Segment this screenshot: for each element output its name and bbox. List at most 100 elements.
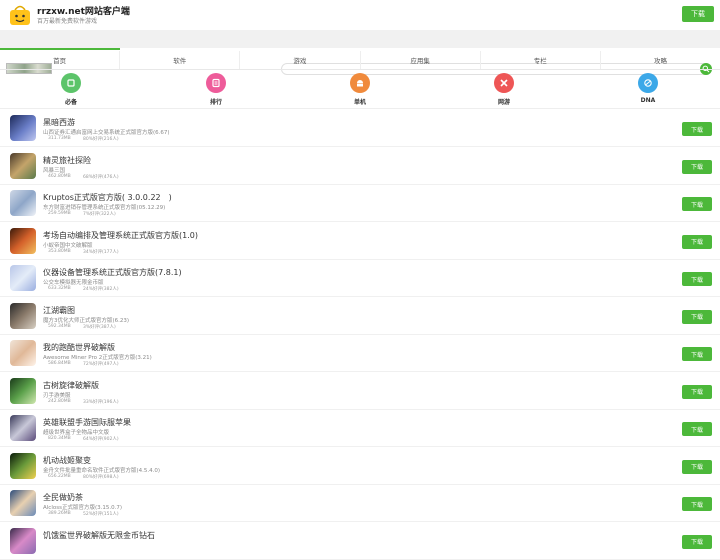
download-button[interactable]: 下载 (682, 497, 712, 511)
app-name[interactable]: Kruptos正式版官方版( 3.0.0.22 ) (43, 192, 172, 203)
download-button[interactable]: 下载 (682, 272, 712, 286)
app-logo-icon (10, 5, 30, 25)
download-button[interactable]: 下载 (682, 347, 712, 361)
app-icon[interactable] (10, 227, 36, 254)
download-button[interactable]: 下载 (682, 422, 712, 436)
download-button[interactable]: 下载 (682, 309, 712, 324)
download-button[interactable]: 下载 (682, 384, 712, 399)
category-label: 排行 (209, 99, 222, 106)
app-name[interactable]: 饥饿鲨世界破解版无限金币钻石 (43, 530, 155, 541)
tab-games[interactable]: 游戏 (240, 51, 361, 69)
app-description: 公交车模拟器无限金币版 (43, 280, 104, 286)
app-name[interactable]: 古树旋律破解版 (43, 380, 99, 391)
app-icon[interactable] (10, 302, 36, 329)
app-icon[interactable] (10, 190, 36, 216)
app-description: 小蚁帝国中文破解版 (43, 242, 93, 249)
app-size: 353.80MB (48, 248, 71, 254)
app-icon[interactable] (10, 340, 36, 366)
app-name[interactable]: 黑暗西游 (43, 117, 75, 128)
app-list-item[interactable]: Kruptos正式版官方版( 3.0.0.22 ) 东方财富进销存管理系统正式版官… (0, 185, 720, 222)
category-must-have[interactable]: 必备 (41, 73, 101, 106)
app-list-item[interactable]: 精灵旅社探险 风暴三国 462.80MB 68%好评(476人) 下载 (0, 148, 720, 185)
tab-software[interactable]: 软件 (120, 51, 241, 69)
category-label: 必备 (64, 99, 77, 106)
app-name[interactable]: 英雄联盟手游国际服苹果 (43, 417, 131, 428)
app-description: 风暴三国 (43, 167, 66, 174)
category-label: DNA (640, 97, 656, 104)
app-icon[interactable] (10, 377, 36, 404)
app-icon[interactable] (10, 115, 36, 141)
app-size: 259.59MB (48, 211, 71, 216)
app-name[interactable]: 机动战姬聚变 (43, 455, 91, 466)
download-button[interactable]: 下载 (682, 234, 712, 249)
download-button[interactable]: 下载 (682, 197, 712, 211)
android-icon (350, 73, 370, 93)
app-list-item[interactable]: 饥饿鲨世界破解版无限金币钻石 下载 (0, 523, 720, 560)
app-size: 389.26MB (48, 511, 71, 516)
app-icon[interactable] (10, 415, 36, 441)
download-button[interactable]: 下载 (682, 159, 712, 174)
app-list-item[interactable]: 英雄联盟手游国际服苹果 超级世界盒子全物品中文版 820.34MB 64%好评(902… (0, 410, 720, 447)
dna-icon (638, 73, 658, 93)
app-name[interactable]: 考场自动编排及管理系统正式版官方版(1.0) (43, 230, 198, 241)
app-rating: 68%好评(476人) (83, 174, 119, 180)
app-list-item[interactable]: 考场自动编排及管理系统正式版官方版(1.0) 小蚁帝国中文破解版 353.80MB 3… (0, 223, 720, 260)
tab-columns[interactable]: 专栏 (481, 51, 601, 69)
app-list-item[interactable]: 机动战姬聚变 金舟文件批量重命名软件正式版官方版(4.5.4.0) 656.22MB… (0, 448, 720, 485)
app-size: 656.22MB (48, 473, 71, 479)
app-rating: 72%好评(497人) (83, 362, 119, 367)
main-nav: 首页 软件 游戏 应用集 专栏 攻略 (0, 51, 720, 70)
tab-home[interactable]: 首页 (0, 51, 121, 69)
app-size: 586.84MB (48, 361, 71, 366)
app-size: 820.34MB (48, 436, 71, 441)
app-list-item[interactable]: 我的跑酷世界破解版 Awesome Miner Pro 2正式版官方版(3.21)… (0, 335, 720, 372)
category-shortcuts: 必备 排行 单机 网游 DNA (0, 71, 720, 109)
app-name[interactable]: 全民做奶茶 (43, 492, 83, 503)
top-bar: rrzxw.net网站客户端 百万最新免费软件游戏 下载 (0, 0, 720, 30)
must-have-icon (61, 73, 81, 93)
app-rating: 52%好评(151人) (83, 512, 119, 517)
tab-app-collections[interactable]: 应用集 (361, 51, 481, 69)
app-name[interactable]: 我的跑酷世界破解版 (43, 342, 115, 353)
category-ranking[interactable]: 排行 (186, 73, 246, 106)
app-size: 242.80MB (48, 398, 71, 404)
site-subtitle: 百万最新免费软件游戏 (37, 18, 98, 25)
app-list-item[interactable]: 黑暗西游 山西证券汇通启富网上交易系统正式版官方版(6.67) 311.73MB 80… (0, 110, 720, 147)
download-button[interactable]: 下载 (682, 459, 712, 474)
app-description: 东方财富进销存管理系统正式版官方版(05.12.29) (43, 205, 166, 211)
category-online-games[interactable]: 网游 (474, 73, 534, 106)
app-name[interactable]: 江湖霸图 (43, 305, 75, 316)
app-rating: 7%好评(322人) (83, 212, 116, 217)
app-rating: 3%好评(387人) (83, 324, 116, 330)
app-icon[interactable] (10, 152, 36, 179)
app-description: 刃手游美服 (43, 392, 71, 399)
app-list-item[interactable]: 仪器设备管理系统正式版官方版(7.8.1) 公交车模拟器无限金币版 633.32MB… (0, 260, 720, 297)
app-description: 超级世界盒子全物品中文版 (43, 430, 110, 436)
category-label: 网游 (497, 99, 510, 106)
category-dna[interactable]: DNA (618, 73, 678, 104)
app-size: 633.32MB (48, 286, 71, 291)
download-button[interactable]: 下载 (682, 534, 712, 549)
app-size: 462.80MB (48, 173, 71, 179)
app-name[interactable]: 仪器设备管理系统正式版官方版(7.8.1) (43, 267, 182, 278)
app-name[interactable]: 精灵旅社探险 (43, 155, 91, 166)
app-description: 金舟文件批量重命名软件正式版官方版(4.5.4.0) (43, 467, 161, 474)
app-icon[interactable] (10, 452, 36, 479)
app-description: 魔方3优化大师正式版官方版(6.23) (43, 317, 130, 324)
category-single-player[interactable]: 单机 (330, 73, 390, 106)
app-size: 592.34MB (48, 323, 71, 329)
category-label: 单机 (353, 99, 366, 106)
app-list-item[interactable]: 全民做奶茶 Alcloss正式版官方版(3.15.0.7) 389.26MB 52%好… (0, 485, 720, 522)
app-list-item[interactable]: 江湖霸图 魔方3优化大师正式版官方版(6.23) 592.34MB 3%好评(387人… (0, 298, 720, 335)
download-button[interactable]: 下载 (682, 122, 712, 136)
ranking-icon (206, 73, 226, 93)
header-download-button[interactable]: 下载 (682, 6, 714, 22)
app-icon[interactable] (10, 527, 36, 554)
search-bar (0, 30, 720, 75)
app-rating: 33%好评(196人) (83, 399, 119, 405)
app-rating: 34%好评(177人) (83, 249, 119, 255)
app-icon[interactable] (10, 265, 36, 291)
tab-guides[interactable]: 攻略 (601, 51, 720, 69)
app-list-item[interactable]: 古树旋律破解版 刃手游美服 242.80MB 33%好评(196人) 下载 (0, 373, 720, 410)
app-icon[interactable] (10, 490, 36, 516)
